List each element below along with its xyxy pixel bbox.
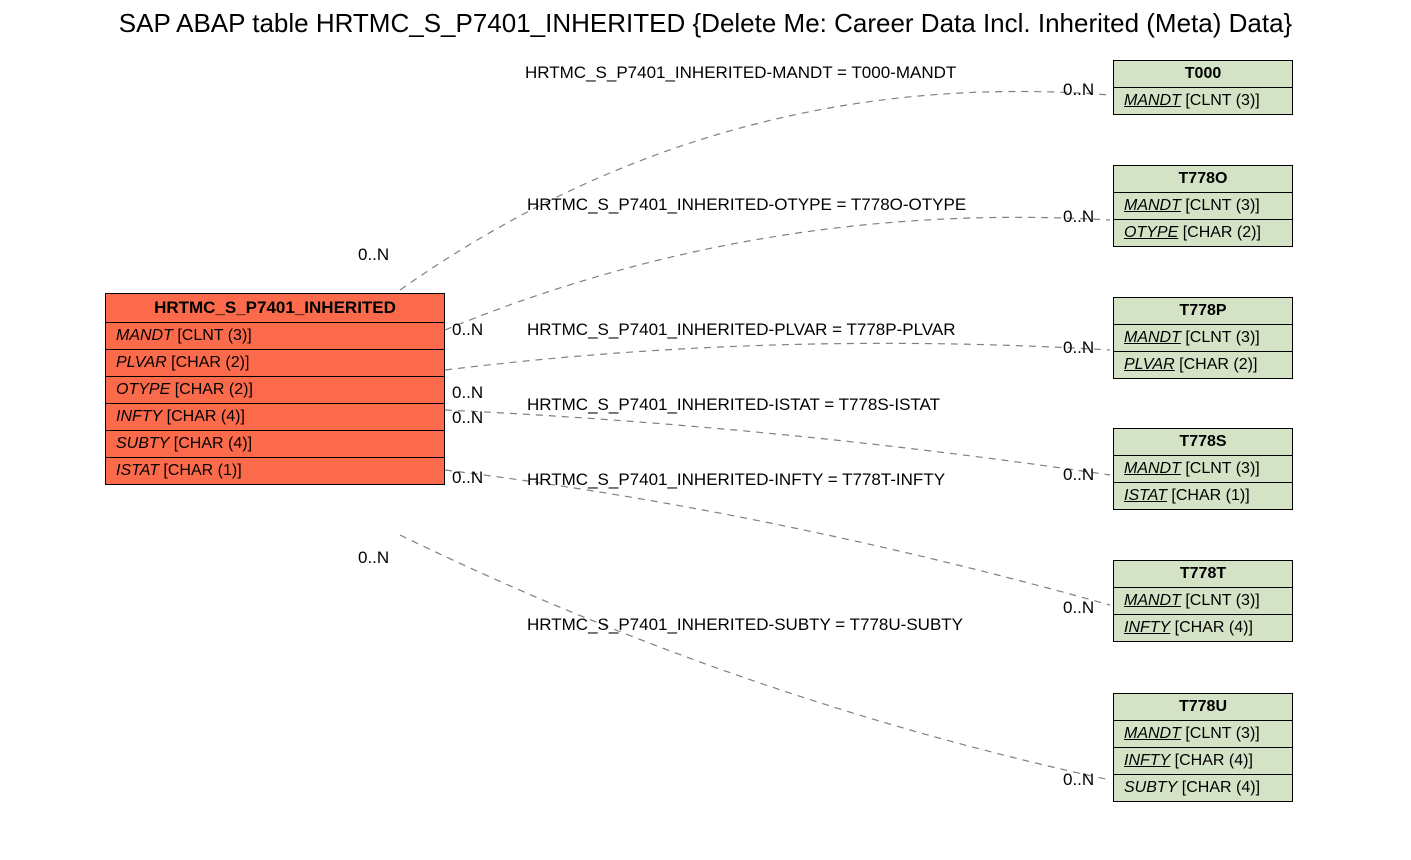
edge-line (445, 470, 1110, 605)
entity-field: PLVAR [CHAR (2)] (1114, 352, 1292, 378)
entity-ref: T778S MANDT [CLNT (3)] ISTAT [CHAR (1)] (1113, 428, 1293, 510)
cardinality-left: 0..N (452, 383, 483, 403)
entity-ref-header: T000 (1114, 61, 1292, 88)
entity-field: OTYPE [CHAR (2)] (1114, 220, 1292, 246)
entity-field: INFTY [CHAR (4)] (106, 404, 444, 431)
entity-ref: T778O MANDT [CLNT (3)] OTYPE [CHAR (2)] (1113, 165, 1293, 247)
entity-field: MANDT [CLNT (3)] (1114, 88, 1292, 114)
edge-line (400, 535, 1110, 780)
edge-label: HRTMC_S_P7401_INHERITED-OTYPE = T778O-OT… (527, 195, 966, 215)
edge-label: HRTMC_S_P7401_INHERITED-MANDT = T000-MAN… (525, 63, 956, 83)
cardinality-right: 0..N (1063, 207, 1094, 227)
entity-field: MANDT [CLNT (3)] (1114, 721, 1292, 748)
entity-ref: T778T MANDT [CLNT (3)] INFTY [CHAR (4)] (1113, 560, 1293, 642)
entity-ref: T000 MANDT [CLNT (3)] (1113, 60, 1293, 115)
edge-line (445, 343, 1110, 370)
entity-field: PLVAR [CHAR (2)] (106, 350, 444, 377)
entity-ref-header: T778T (1114, 561, 1292, 588)
edge-label: HRTMC_S_P7401_INHERITED-ISTAT = T778S-IS… (527, 395, 940, 415)
edge-line (400, 91, 1110, 290)
cardinality-right: 0..N (1063, 338, 1094, 358)
entity-ref-header: T778S (1114, 429, 1292, 456)
edge-line (445, 410, 1110, 475)
entity-ref-header: T778U (1114, 694, 1292, 721)
entity-field: SUBTY [CHAR (4)] (1114, 775, 1292, 801)
cardinality-left: 0..N (358, 245, 389, 265)
cardinality-right: 0..N (1063, 770, 1094, 790)
edge-label: HRTMC_S_P7401_INHERITED-INFTY = T778T-IN… (527, 470, 945, 490)
cardinality-right: 0..N (1063, 80, 1094, 100)
entity-field: INFTY [CHAR (4)] (1114, 615, 1292, 641)
entity-field: INFTY [CHAR (4)] (1114, 748, 1292, 775)
cardinality-right: 0..N (1063, 465, 1094, 485)
entity-field: MANDT [CLNT (3)] (1114, 588, 1292, 615)
cardinality-right: 0..N (1063, 598, 1094, 618)
entity-field: SUBTY [CHAR (4)] (106, 431, 444, 458)
entity-field: MANDT [CLNT (3)] (1114, 325, 1292, 352)
entity-field: MANDT [CLNT (3)] (1114, 193, 1292, 220)
diagram-stage: SAP ABAP table HRTMC_S_P7401_INHERITED {… (0, 0, 1411, 860)
entity-main-header: HRTMC_S_P7401_INHERITED (106, 294, 444, 323)
cardinality-left: 0..N (452, 320, 483, 340)
entity-main: HRTMC_S_P7401_INHERITED MANDT [CLNT (3)]… (105, 293, 445, 485)
entity-field: OTYPE [CHAR (2)] (106, 377, 444, 404)
entity-field: MANDT [CLNT (3)] (106, 323, 444, 350)
entity-field: ISTAT [CHAR (1)] (106, 458, 444, 484)
cardinality-left: 0..N (358, 548, 389, 568)
edge-label: HRTMC_S_P7401_INHERITED-PLVAR = T778P-PL… (527, 320, 955, 340)
cardinality-left: 0..N (452, 468, 483, 488)
entity-ref: T778P MANDT [CLNT (3)] PLVAR [CHAR (2)] (1113, 297, 1293, 379)
edge-label: HRTMC_S_P7401_INHERITED-SUBTY = T778U-SU… (527, 615, 963, 635)
edge-line (445, 217, 1110, 330)
entity-ref: T778U MANDT [CLNT (3)] INFTY [CHAR (4)] … (1113, 693, 1293, 802)
entity-ref-header: T778O (1114, 166, 1292, 193)
entity-ref-header: T778P (1114, 298, 1292, 325)
entity-field: ISTAT [CHAR (1)] (1114, 483, 1292, 509)
entity-field: MANDT [CLNT (3)] (1114, 456, 1292, 483)
diagram-title: SAP ABAP table HRTMC_S_P7401_INHERITED {… (0, 8, 1411, 39)
cardinality-left: 0..N (452, 408, 483, 428)
